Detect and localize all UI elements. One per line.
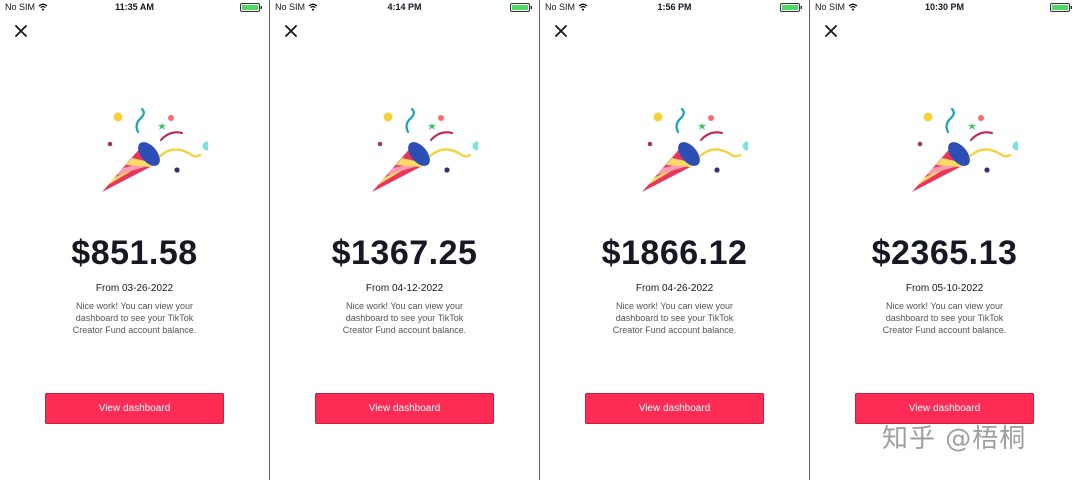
panel-divider (539, 0, 540, 480)
status-time: 4:14 PM (387, 2, 422, 12)
success-screen: No SIM 11:35 AM $851.58 From 03-26-2022 … (0, 0, 269, 480)
battery-icon (510, 3, 532, 12)
from-date: 05-10-2022 (931, 283, 984, 294)
from-date: 03-26-2022 (121, 283, 174, 294)
party-popper-icon (372, 108, 478, 192)
close-icon (285, 25, 297, 37)
success-message: Nice work! You can view your dashboard t… (72, 301, 197, 335)
date-line: From 04-12-2022 (270, 283, 539, 294)
success-screen: No SIM 1:56 PM $1866.12 From 04-26-2022 … (540, 0, 809, 480)
date-line: From 05-10-2022 (810, 283, 1079, 294)
close-icon (15, 25, 27, 37)
close-button[interactable] (822, 22, 840, 40)
earnings-amount: $1866.12 (601, 234, 748, 272)
battery-icon (780, 3, 802, 12)
status-time: 10:30 PM (924, 2, 965, 12)
from-label: From (905, 283, 930, 294)
close-icon (555, 25, 567, 37)
date-line: From 04-26-2022 (540, 283, 809, 294)
success-message: Nice work! You can view your dashboard t… (342, 301, 467, 335)
view-dashboard-button[interactable]: View dashboard (315, 393, 494, 424)
panel-divider (809, 0, 810, 480)
watermark: 知乎 @梧桐 (882, 424, 1027, 454)
status-time: 1:56 PM (657, 2, 692, 12)
date-line: From 03-26-2022 (0, 283, 269, 294)
success-message: Nice work! You can view your dashboard t… (612, 301, 737, 335)
battery-icon (240, 3, 262, 12)
status-time: 11:35 AM (115, 2, 154, 12)
party-popper-icon (912, 108, 1018, 192)
success-screen: No SIM 10:30 PM $2365.13 From 05-10-2022… (810, 0, 1079, 480)
status-bar: No SIM 1:56 PM (540, 0, 809, 14)
view-dashboard-button[interactable]: View dashboard (45, 393, 224, 424)
status-bar: No SIM 11:35 AM (0, 0, 269, 14)
close-button[interactable] (12, 22, 30, 40)
view-dashboard-button[interactable]: View dashboard (585, 393, 764, 424)
party-popper-icon (642, 108, 748, 192)
from-date: 04-12-2022 (391, 283, 444, 294)
success-message: Nice work! You can view your dashboard t… (882, 301, 1007, 335)
status-bar: No SIM 10:30 PM (810, 0, 1079, 14)
from-label: From (635, 283, 660, 294)
from-label: From (95, 283, 120, 294)
close-icon (825, 25, 837, 37)
from-label: From (365, 283, 390, 294)
success-screen: No SIM 4:14 PM $1367.25 From 04-12-2022 … (270, 0, 539, 480)
from-date: 04-26-2022 (661, 283, 714, 294)
close-button[interactable] (552, 22, 570, 40)
earnings-amount: $851.58 (71, 234, 198, 272)
battery-icon (1050, 3, 1072, 12)
earnings-amount: $1367.25 (331, 234, 478, 272)
status-bar: No SIM 4:14 PM (270, 0, 539, 14)
earnings-amount: $2365.13 (871, 234, 1018, 272)
close-button[interactable] (282, 22, 300, 40)
panel-divider (269, 0, 270, 480)
party-popper-icon (102, 108, 208, 192)
